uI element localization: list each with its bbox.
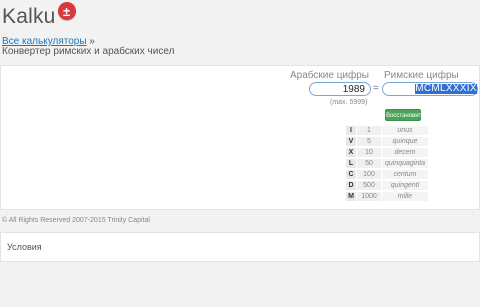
arabic-input[interactable]	[309, 82, 371, 96]
table-row: I 1 unus	[346, 126, 428, 136]
arabic-value: 1000	[357, 191, 381, 202]
restore-button[interactable]: Восстановить	[385, 109, 424, 121]
roman-symbol: M	[346, 191, 356, 202]
roman-numerals-table: I 1 unus V 5 quinque X 10 decem L 50 quinquaginta C 1…	[346, 126, 428, 203]
roman-symbol: D	[346, 180, 356, 191]
roman-symbol: V	[346, 136, 356, 147]
roman-label: Римские цифры	[384, 70, 459, 81]
arabic-value: 50	[357, 158, 381, 169]
latin-name: decem	[382, 147, 428, 158]
equals-sign: =	[373, 83, 379, 94]
roman-symbol: I	[346, 126, 356, 136]
arabic-value: 5	[357, 136, 381, 147]
table-row: M 1000 mille	[346, 191, 428, 202]
table-row: X 10 decem	[346, 147, 428, 158]
arabic-value: 1	[357, 126, 381, 136]
roman-symbol: X	[346, 147, 356, 158]
roman-symbol: L	[346, 158, 356, 169]
converter-panel: Арабские цифры Римские цифры = MCMLXXXIX…	[0, 65, 480, 210]
table-row: L 50 quinquaginta	[346, 158, 428, 169]
table-row: C 100 centum	[346, 169, 428, 180]
roman-input[interactable]	[382, 82, 478, 96]
max-hint: (max. 5999)	[330, 99, 368, 106]
arabic-value: 500	[357, 180, 381, 191]
terms-panel: Условия	[0, 232, 480, 262]
arabic-value: 10	[357, 147, 381, 158]
copyright-text: © All Rights Reserved 2007-2015 Trinity …	[2, 217, 150, 224]
latin-name: unus	[382, 126, 428, 136]
logo-text: Kalku	[2, 5, 56, 28]
latin-name: centum	[382, 169, 428, 180]
table-row: D 500 quingenti	[346, 180, 428, 191]
table-row: V 5 quinque	[346, 136, 428, 147]
roman-symbol: C	[346, 169, 356, 180]
latin-name: quinquaginta	[382, 158, 428, 169]
arabic-value: 100	[357, 169, 381, 180]
latin-name: quinque	[382, 136, 428, 147]
latin-name: quingenti	[382, 180, 428, 191]
plus-minus-icon: ±	[57, 2, 76, 20]
terms-link[interactable]: Условия	[7, 242, 42, 252]
page-title: Конвертер римских и арабских чисел	[2, 46, 175, 57]
latin-name: mille	[382, 191, 428, 202]
arabic-label: Арабские цифры	[290, 70, 369, 81]
site-logo[interactable]: Kalku ±	[2, 2, 76, 32]
